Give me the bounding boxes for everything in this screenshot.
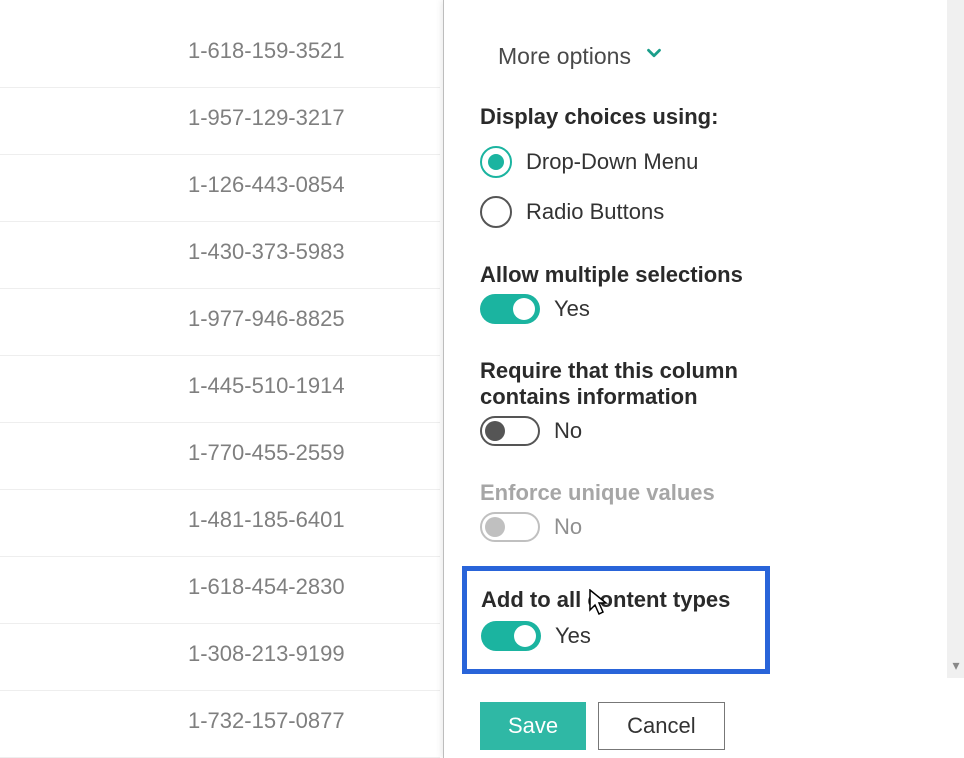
column-settings-panel: ▾ More options Display choices using: Dr… — [443, 0, 964, 758]
panel-footer: Save Cancel — [480, 690, 725, 750]
radio-label: Radio Buttons — [526, 199, 664, 225]
require-info-heading: Require that this column contains inform… — [480, 358, 820, 410]
row-phone: 1-445-510-1914 — [188, 373, 345, 399]
table-row[interactable]: 1-618-454-2830 — [0, 556, 440, 624]
row-phone: 1-618-454-2830 — [188, 574, 345, 600]
add-all-types-heading: Add to all content types — [481, 587, 751, 613]
add-all-types-value: Yes — [555, 623, 591, 649]
enforce-unique-heading: Enforce unique values — [480, 480, 939, 506]
row-phone: 1-977-946-8825 — [188, 306, 345, 332]
cancel-button[interactable]: Cancel — [598, 702, 724, 750]
table-row[interactable]: 1-977-946-8825 — [0, 288, 440, 356]
enforce-unique-toggle — [480, 512, 540, 542]
table-row[interactable]: 1-770-455-2559 — [0, 422, 440, 490]
require-info-value: No — [554, 418, 582, 444]
allow-multiple-heading: Allow multiple selections — [480, 262, 939, 288]
row-phone: 1-308-213-9199 — [188, 641, 345, 667]
enforce-unique-value: No — [554, 514, 582, 540]
radio-dropdown-menu[interactable]: Drop-Down Menu — [480, 146, 939, 178]
panel-scroll-region: More options Display choices using: Drop… — [444, 0, 939, 678]
panel-scrollbar[interactable] — [947, 0, 964, 678]
allow-multiple-value: Yes — [554, 296, 590, 322]
more-options-expander[interactable]: More options — [498, 42, 939, 70]
table-row[interactable]: a1-430-373-5983 — [0, 221, 440, 289]
row-phone: 1-481-185-6401 — [188, 507, 345, 533]
row-phone: 1-770-455-2559 — [188, 440, 345, 466]
table-row[interactable]: 1-618-159-3521 — [0, 20, 440, 88]
scroll-down-icon[interactable]: ▾ — [947, 656, 964, 674]
add-all-types-toggle[interactable] — [481, 621, 541, 651]
table-row[interactable]: a1-308-213-9199 — [0, 623, 440, 691]
row-phone: 1-732-157-0877 — [188, 708, 345, 734]
radio-label: Drop-Down Menu — [526, 149, 698, 175]
row-phone: 1-957-129-3217 — [188, 105, 345, 131]
row-phone: 1-126-443-0854 — [188, 172, 345, 198]
display-choices-heading: Display choices using: — [480, 104, 939, 130]
table-row[interactable]: edes1-481-185-6401 — [0, 489, 440, 557]
more-options-label: More options — [498, 43, 631, 70]
table-row[interactable]: edes1-732-157-0877 — [0, 690, 440, 758]
table-row[interactable]: edes1-957-129-3217 — [0, 87, 440, 155]
display-choices-radioset: Drop-Down Menu Radio Buttons — [480, 146, 939, 228]
allow-multiple-toggle[interactable] — [480, 294, 540, 324]
save-button[interactable]: Save — [480, 702, 586, 750]
radio-radio-buttons[interactable]: Radio Buttons — [480, 196, 939, 228]
table-row[interactable]: edes1-126-443-0854 — [0, 154, 440, 222]
require-info-toggle[interactable] — [480, 416, 540, 446]
row-phone: 1-430-373-5983 — [188, 239, 345, 265]
table-row[interactable]: 1-445-510-1914 — [0, 355, 440, 423]
add-to-all-content-types-highlight: Add to all content types Yes — [462, 566, 770, 674]
row-phone: 1-618-159-3521 — [188, 38, 345, 64]
chevron-down-icon — [643, 42, 665, 70]
radio-icon — [480, 196, 512, 228]
radio-icon — [480, 146, 512, 178]
